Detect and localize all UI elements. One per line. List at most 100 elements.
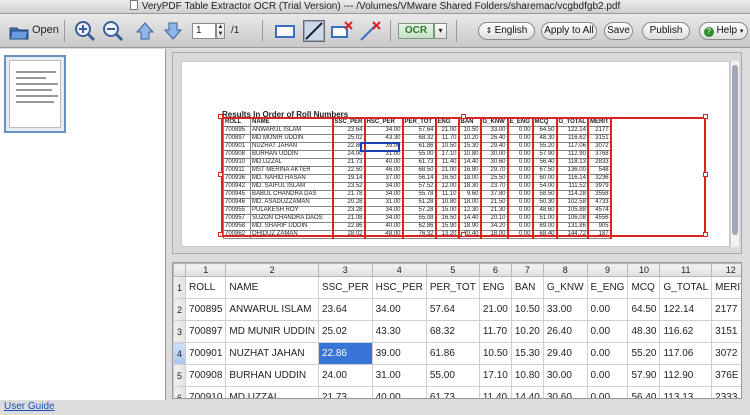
row-header[interactable]: 6 — [173, 386, 187, 398]
page-number-input[interactable]: 1 — [192, 23, 216, 39]
grid-cell[interactable]: 700908 — [185, 364, 227, 387]
selection-handle[interactable] — [218, 232, 223, 237]
selection-handle[interactable] — [218, 172, 223, 177]
grid-cell[interactable]: ANWARUL ISLAM — [225, 298, 319, 321]
grid-cell[interactable]: 0.00 — [586, 298, 629, 321]
ocr-toggle-button[interactable]: OCR — [398, 23, 434, 39]
grid-cell[interactable]: 10.50 — [510, 298, 544, 321]
grid-cell[interactable]: 40.00 — [371, 386, 427, 398]
grid-cell[interactable]: 0.00 — [586, 386, 629, 398]
grid-cell[interactable]: 113.13 — [659, 386, 713, 398]
row-header[interactable]: 4 — [173, 342, 187, 365]
viewer-scrollbar[interactable] — [730, 61, 739, 247]
language-select[interactable]: ⇕ English — [478, 22, 535, 40]
column-header[interactable]: 1 — [185, 263, 227, 277]
grid-cell[interactable]: 26.40 — [542, 320, 588, 343]
grid-cell[interactable]: 29.40 — [542, 342, 588, 365]
page-stepper[interactable]: ▲ ▼ — [216, 23, 225, 39]
previous-page-icon[interactable] — [134, 20, 156, 42]
grid-cell[interactable]: 61.86 — [425, 342, 480, 365]
grid-cell[interactable]: 57.64 — [425, 298, 480, 321]
grid-cell[interactable]: NUZHAT JAHAN — [225, 342, 319, 365]
grid-cell[interactable]: 17.10 — [478, 364, 512, 387]
grid-cell[interactable]: 15.30 — [510, 342, 544, 365]
grid-cell[interactable]: 14.40 — [510, 386, 544, 398]
zoom-out-icon[interactable] — [102, 20, 124, 42]
grid-cell[interactable]: 56.40 — [627, 386, 661, 398]
selection-handle[interactable] — [703, 232, 708, 237]
grid-cell[interactable]: 25.02 — [317, 320, 373, 343]
column-header[interactable]: 8 — [542, 263, 588, 277]
save-button[interactable]: Save — [604, 22, 633, 40]
grid-cell[interactable]: 43.30 — [371, 320, 427, 343]
selection-handle[interactable] — [461, 114, 466, 119]
grid-cell[interactable]: 48.30 — [627, 320, 661, 343]
apply-to-all-button[interactable]: Apply to All — [541, 22, 597, 40]
grid-cell[interactable]: 10.50 — [478, 342, 512, 365]
delete-rectangle-icon[interactable] — [330, 20, 354, 42]
pdf-page[interactable]: Results In Order of Roll Numbers ROLL NAM… — [181, 61, 730, 247]
rectangle-tool-icon[interactable] — [273, 20, 297, 42]
grid-cell[interactable]: MD.UZZAL — [225, 386, 319, 398]
grid-cell[interactable]: 55.00 — [425, 364, 480, 387]
open-folder-icon[interactable] — [8, 20, 30, 42]
draw-line-tool-icon[interactable] — [303, 20, 325, 42]
table-selection-box[interactable] — [221, 117, 706, 237]
grid-cell[interactable]: 64.50 — [627, 298, 661, 321]
selection-handle[interactable] — [703, 114, 708, 119]
delete-line-icon[interactable] — [358, 20, 382, 42]
grid-cell[interactable]: 11.40 — [478, 386, 512, 398]
selection-handle[interactable] — [218, 114, 223, 119]
grid-cell[interactable]: NAME — [225, 276, 319, 299]
grid-cell[interactable]: 700910 — [185, 386, 227, 398]
grid-cell[interactable]: 23.64 — [317, 298, 373, 321]
next-page-icon[interactable] — [162, 20, 184, 42]
grid-cell[interactable]: 700901 — [185, 342, 227, 365]
grid-cell[interactable]: 2333 — [711, 386, 741, 398]
grid-cell[interactable]: 21.73 — [317, 386, 373, 398]
help-button[interactable]: ? Help ▾ — [699, 22, 748, 40]
column-header[interactable]: 7 — [510, 263, 544, 277]
grid-cell[interactable]: 24.00 — [317, 364, 373, 387]
grid-cell[interactable]: 3151 — [711, 320, 741, 343]
grid-cell[interactable]: MERIT — [711, 276, 741, 299]
column-header[interactable]: 6 — [478, 263, 512, 277]
grid-cell[interactable]: MCQ — [627, 276, 661, 299]
grid-cell[interactable]: 700897 — [185, 320, 227, 343]
grid-cell[interactable]: 10.80 — [510, 364, 544, 387]
grid-cell[interactable]: 31.00 — [371, 364, 427, 387]
grid-cell[interactable]: 2177 — [711, 298, 741, 321]
grid-cell[interactable]: G_TOTAL — [659, 276, 713, 299]
grid-cell[interactable]: 34.00 — [371, 298, 427, 321]
zoom-in-icon[interactable] — [74, 20, 96, 42]
grid-cell[interactable]: 116.62 — [659, 320, 713, 343]
pdf-viewer[interactable]: Results In Order of Roll Numbers ROLL NAM… — [172, 52, 742, 254]
grid-cell[interactable]: 30.00 — [542, 364, 588, 387]
grid-cell[interactable]: 376E — [711, 364, 741, 387]
grid-cell[interactable]: BAN — [510, 276, 544, 299]
grid-cell[interactable]: G_KNW — [542, 276, 588, 299]
grid-cell[interactable]: 55.20 — [627, 342, 661, 365]
grid-cell[interactable]: BURHAN UDDIN — [225, 364, 319, 387]
column-header[interactable]: 9 — [586, 263, 629, 277]
column-header[interactable]: 4 — [371, 263, 427, 277]
grid-cell[interactable]: 39.00 — [371, 342, 427, 365]
grid-cell[interactable]: 21.00 — [478, 298, 512, 321]
column-header[interactable]: 2 — [225, 263, 319, 277]
row-header[interactable]: 2 — [173, 298, 187, 321]
publish-button[interactable]: Publish — [642, 22, 690, 40]
grid-cell[interactable]: 11.70 — [478, 320, 512, 343]
grid-cell[interactable]: SSC_PER — [317, 276, 373, 299]
grid-cell[interactable]: 3072 — [711, 342, 741, 365]
page-thumbnail[interactable] — [4, 55, 66, 133]
column-header[interactable]: 12 — [711, 263, 741, 277]
user-guide-link[interactable]: User Guide — [4, 401, 55, 412]
grid-cell[interactable]: 57.90 — [627, 364, 661, 387]
grid-cell[interactable]: 0.00 — [586, 320, 629, 343]
grid-cell[interactable]: 33.00 — [542, 298, 588, 321]
row-header[interactable]: 5 — [173, 364, 187, 387]
grid-cell[interactable]: 10.20 — [510, 320, 544, 343]
column-header[interactable]: 3 — [317, 263, 373, 277]
grid-cell[interactable]: ENG — [478, 276, 512, 299]
grid-cell[interactable]: 68.32 — [425, 320, 480, 343]
